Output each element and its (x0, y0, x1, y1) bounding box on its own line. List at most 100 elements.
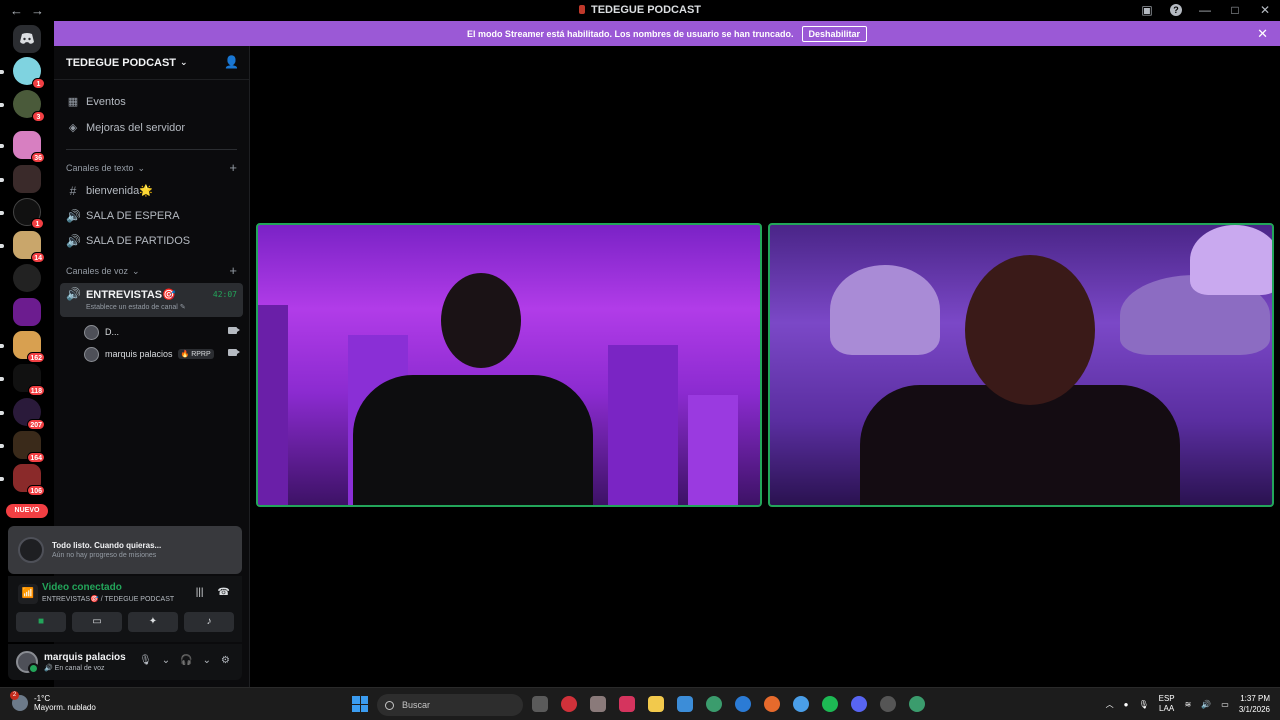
username[interactable]: marquis palacios (44, 652, 126, 663)
channel-sala-de-espera[interactable]: 🔊 SALA DE ESPERA (54, 203, 249, 228)
disable-streamer-button[interactable]: Deshabilitar (801, 25, 868, 42)
channel-bienvenida[interactable]: # bienvenida🌟 (54, 178, 249, 203)
chevron-down-icon[interactable]: ⌄ (162, 655, 170, 666)
server-icon[interactable]: 118 (13, 364, 45, 396)
server-icon[interactable]: 36 (13, 131, 45, 163)
voice-user[interactable]: marquis palacios 🔥 RPRP (54, 343, 249, 365)
unread-pip (0, 70, 4, 74)
set-channel-status[interactable]: Establece un estado de canal (86, 304, 178, 311)
file-explorer-icon[interactable] (648, 696, 664, 712)
quest-panel[interactable]: Todo listo. Cuando quieras... Aún no hay… (8, 526, 242, 574)
app-icon[interactable] (880, 696, 896, 712)
chrome-icon[interactable] (706, 696, 722, 712)
chrome-icon[interactable] (909, 696, 925, 712)
avatar (84, 324, 99, 340)
app-icon[interactable] (793, 696, 809, 712)
discord-icon[interactable] (851, 696, 867, 712)
weather-widget[interactable]: 2 -1°C Mayorm. nublado (10, 691, 96, 712)
volume-icon[interactable]: 🔊 (1201, 700, 1211, 709)
taskbar-search[interactable]: Buscar (377, 694, 523, 716)
inbox-icon[interactable]: ▣ (1140, 2, 1154, 18)
server-icon[interactable] (13, 264, 41, 292)
close-icon[interactable]: ✕ (1257, 26, 1268, 42)
boost-icon: ◈ (68, 122, 78, 134)
server-icon[interactable]: 106 (13, 464, 45, 496)
server-icon[interactable]: 3 (13, 90, 45, 122)
firefox-icon[interactable] (764, 696, 780, 712)
speaker-icon: 🔊 (66, 287, 81, 301)
microphone-icon[interactable]: 🎙 (1138, 700, 1148, 709)
clock[interactable]: 1:37 PM 3/1/2026 (1239, 693, 1270, 715)
task-view-icon[interactable] (532, 696, 548, 712)
channel-label: bienvenida🌟 (86, 185, 153, 197)
headphones-icon[interactable]: 🎧 (180, 655, 192, 666)
server-icon[interactable]: 164 (13, 431, 45, 463)
wifi-icon[interactable]: ≋ (1185, 700, 1192, 709)
app-tray-icon[interactable]: ● (1124, 700, 1129, 709)
server-icon[interactable] (13, 298, 41, 326)
video-tile-guest[interactable] (768, 223, 1274, 507)
noise-suppression-icon[interactable]: ||| (196, 587, 204, 598)
start-button[interactable] (352, 696, 368, 712)
server-icon[interactable]: 207 (13, 398, 45, 430)
channel-sala-de-partidos[interactable]: 🔊 SALA DE PARTIDOS (54, 228, 249, 253)
close-window-button[interactable]: ✕ (1258, 2, 1272, 18)
video-background (830, 265, 940, 355)
server-icon[interactable] (13, 165, 41, 193)
screen-share-button[interactable]: ▭ (72, 612, 122, 632)
channel-label: SALA DE PARTIDOS (86, 234, 191, 247)
disconnect-icon[interactable]: ☎ (218, 587, 230, 598)
server-header[interactable]: TEDEGUE PODCAST ⌄ 👤 (54, 46, 249, 80)
add-channel-icon[interactable]: + (229, 263, 237, 278)
microphone-icon[interactable]: 🎙 (139, 655, 152, 666)
server-icon[interactable]: 14 (13, 231, 45, 263)
pencil-icon[interactable]: ✎ (180, 304, 186, 311)
opera-icon[interactable] (561, 696, 577, 712)
unread-pip (0, 411, 4, 415)
gear-icon[interactable]: ⚙ (221, 655, 230, 666)
maximize-button[interactable]: □ (1228, 2, 1242, 18)
mention-badge: 164 (27, 452, 45, 463)
server-icon[interactable]: 1 (13, 57, 45, 89)
voice-channels-category[interactable]: Canales de voz ⌄ + (54, 261, 249, 281)
server-name: TEDEGUE PODCAST (66, 56, 177, 69)
battery-icon[interactable]: ▭ (1221, 700, 1229, 709)
store-icon[interactable] (677, 696, 693, 712)
new-badge: NUEVO (6, 504, 48, 518)
activities-button[interactable]: ✦ (128, 612, 178, 632)
spotify-icon[interactable] (822, 696, 838, 712)
chevron-down-icon[interactable]: ⌄ (203, 655, 211, 666)
app-icon[interactable] (619, 696, 635, 712)
speaker-icon: 🔊 (66, 208, 81, 223)
camera-button[interactable]: ■ (16, 612, 66, 632)
server-icon[interactable]: 162 (13, 331, 45, 363)
mention-badge: 1 (31, 218, 44, 229)
video-tile-speaker[interactable] (256, 223, 762, 507)
avatar (84, 346, 99, 362)
invite-user-icon[interactable]: 👤 (224, 55, 239, 69)
hash-icon: # (69, 183, 77, 198)
events-item[interactable]: ▦ Eventos (54, 89, 249, 114)
edge-icon[interactable] (735, 696, 751, 712)
active-voice-channel[interactable]: 🔊 ENTREVISTAS🎯 42:07 Establece un estado… (60, 283, 243, 317)
language-indicator[interactable]: ESP LAA (1159, 694, 1175, 714)
server-icon[interactable]: 1 (13, 198, 44, 229)
app-icon[interactable] (590, 696, 606, 712)
discord-home-icon[interactable] (13, 25, 41, 53)
add-channel-icon[interactable]: + (229, 160, 237, 175)
soundboard-button[interactable]: ♪ (184, 612, 234, 632)
server-boost-item[interactable]: ◈ Mejoras del servidor (54, 115, 249, 140)
avatar[interactable] (16, 651, 39, 674)
help-icon[interactable]: ? (1170, 4, 1182, 16)
signal-icon[interactable]: 📶 (18, 584, 38, 604)
minimize-button[interactable]: — (1198, 2, 1212, 18)
mention-badge: 106 (27, 485, 45, 496)
text-channels-category[interactable]: Canales de texto ⌄ + (54, 158, 249, 178)
video-background (688, 395, 738, 505)
voice-user[interactable]: D... (54, 321, 249, 343)
user-status: En canal de voz (54, 665, 105, 672)
voice-user-name: D... (105, 327, 120, 337)
chevron-up-icon[interactable]: ︿ (1106, 699, 1114, 710)
unread-pip (0, 344, 4, 348)
weather-icon: 2 (10, 691, 28, 711)
